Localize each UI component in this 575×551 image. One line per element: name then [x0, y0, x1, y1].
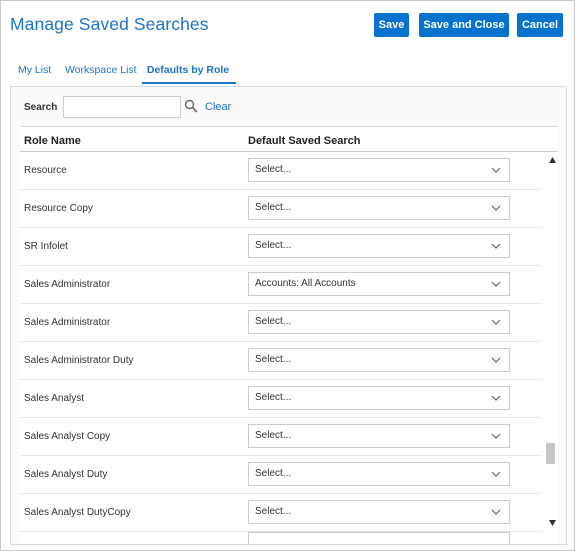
search-icon[interactable] — [184, 99, 198, 113]
default-search-select[interactable]: Select... — [248, 348, 510, 372]
select-value: Select... — [255, 202, 292, 213]
chevron-down-icon — [491, 281, 501, 287]
default-search-select[interactable]: Select... — [248, 196, 510, 220]
select-value: Select... — [255, 430, 292, 441]
table-row: Sales Administrator Select... — [20, 304, 542, 342]
role-name: Sales Analyst DutyCopy — [24, 507, 131, 518]
save-button[interactable]: Save — [374, 13, 409, 37]
chevron-down-icon — [491, 395, 501, 401]
scrollbar-thumb[interactable] — [546, 443, 555, 464]
role-name: Resource Copy — [24, 203, 93, 214]
default-search-select[interactable]: Select... — [248, 386, 510, 410]
role-name: SR Infolet — [24, 241, 68, 252]
table-row: Resource Copy Select... — [20, 190, 542, 228]
table-row: Sales Administrator Accounts: All Accoun… — [20, 266, 542, 304]
select-value: Accounts: All Accounts — [255, 278, 356, 289]
save-and-close-button[interactable]: Save and Close — [419, 13, 509, 37]
select-value: Select... — [255, 164, 292, 175]
table-scrollbar[interactable] — [543, 152, 558, 532]
select-value: Select... — [255, 240, 292, 251]
default-search-select[interactable]: Select... — [248, 424, 510, 448]
table-row: Sales Analyst Select... — [20, 380, 542, 418]
role-name: Sales Administrator — [24, 317, 111, 328]
active-tab-indicator — [142, 82, 236, 84]
table-row: Sales Analyst DutyCopy Select... — [20, 494, 542, 532]
table-row: Sales Analyst Duty Select... — [20, 456, 542, 494]
default-search-select[interactable]: Select... — [248, 500, 510, 524]
tab-bar: My List Workspace List Defaults by Role — [0, 58, 573, 86]
chevron-down-icon — [491, 205, 501, 211]
arrow-down-icon[interactable] — [549, 520, 556, 526]
dialog-header: Manage Saved Searches Save Save and Clos… — [0, 0, 573, 52]
search-label: Search — [24, 102, 58, 113]
next-row-select-partial[interactable] — [248, 532, 510, 544]
role-name: Sales Administrator Duty — [24, 355, 134, 366]
table-top-border — [20, 126, 558, 127]
cancel-button[interactable]: Cancel — [517, 13, 563, 37]
tab-workspace-list[interactable]: Workspace List — [65, 64, 137, 76]
role-name: Sales Analyst Copy — [24, 431, 111, 442]
select-value: Select... — [255, 354, 292, 365]
select-value: Select... — [255, 392, 292, 403]
table-row: SR Infolet Select... — [20, 228, 542, 266]
search-input[interactable] — [63, 96, 181, 118]
arrow-up-icon[interactable] — [549, 157, 556, 163]
role-name: Sales Administrator — [24, 279, 111, 290]
table-row: Sales Analyst Copy Select... — [20, 418, 542, 456]
chevron-down-icon — [491, 433, 501, 439]
select-value: Select... — [255, 316, 292, 327]
clear-link[interactable]: Clear — [205, 101, 231, 113]
chevron-down-icon — [491, 509, 501, 515]
role-name: Resource — [24, 165, 67, 176]
default-search-select[interactable]: Select... — [248, 234, 510, 258]
chevron-down-icon — [491, 471, 501, 477]
tabs-divider — [10, 86, 565, 87]
table-row: Resource Select... — [20, 152, 542, 190]
default-search-select[interactable]: Select... — [248, 158, 510, 182]
chevron-down-icon — [491, 357, 501, 363]
select-value: Select... — [255, 506, 292, 517]
role-name: Sales Analyst — [24, 393, 85, 404]
select-value: Select... — [255, 468, 292, 479]
default-search-select[interactable]: Select... — [248, 462, 510, 486]
default-search-select[interactable]: Select... — [248, 310, 510, 334]
tab-defaults-by-role[interactable]: Defaults by Role — [142, 64, 234, 76]
dialog-title: Manage Saved Searches — [10, 14, 209, 34]
column-header-default-saved-search: Default Saved Search — [248, 135, 361, 147]
column-header-role-name: Role Name — [24, 135, 81, 147]
default-search-select[interactable]: Accounts: All Accounts — [248, 272, 510, 296]
chevron-down-icon — [491, 319, 501, 325]
table-row: Sales Administrator Duty Select... — [20, 342, 542, 380]
role-name: Sales Analyst Duty — [24, 469, 108, 480]
chevron-down-icon — [491, 243, 501, 249]
tab-my-list[interactable]: My List — [18, 64, 51, 76]
chevron-down-icon — [491, 167, 501, 173]
